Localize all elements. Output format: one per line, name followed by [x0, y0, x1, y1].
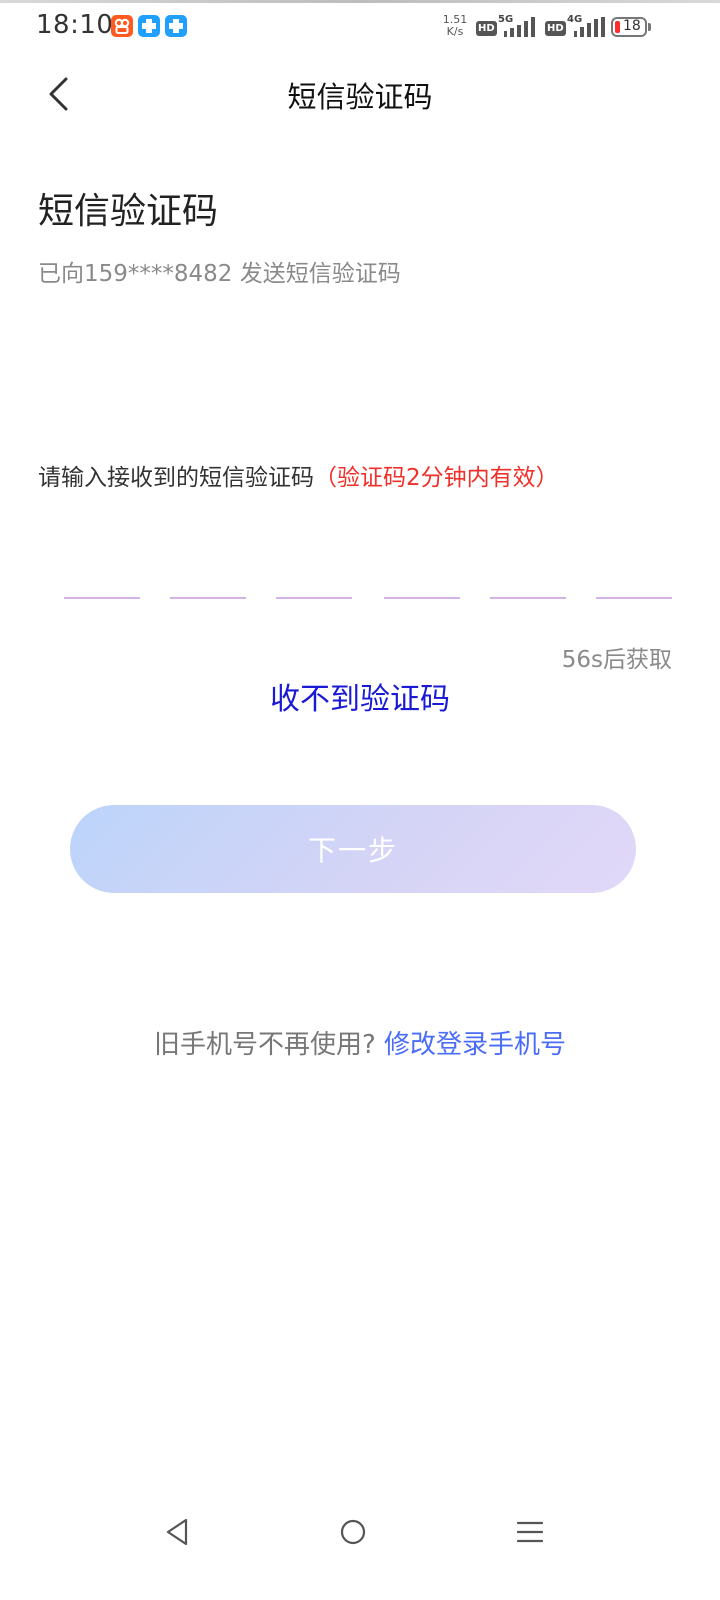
nav-back-icon[interactable]: [162, 1516, 192, 1548]
change-phone-row: 旧手机号不再使用? 修改登录手机号: [0, 1024, 720, 1061]
battery-fill: [615, 21, 620, 33]
network-speed-unit: K/s: [446, 25, 464, 38]
code-prompt-label: 请输入接收到的短信验证码: [38, 465, 314, 491]
app-notification-icon: [165, 15, 187, 37]
signal-strength-icon: [574, 17, 605, 37]
hd-volte-badge: HD: [545, 21, 566, 36]
network-speed: 1.51 K/s: [440, 14, 470, 38]
status-time: 18:10: [36, 10, 114, 40]
battery-tip: [648, 23, 651, 31]
sent-info-text: 已向159****8482 发送短信验证码: [38, 261, 401, 287]
status-bar: 18:10 1.51 K/s HD 5G HD 4G 18: [0, 0, 720, 56]
verification-code-input: [64, 575, 672, 599]
signal-strength-icon: [504, 17, 535, 37]
battery-icon: 18: [611, 17, 647, 37]
code-prompt: 请输入接收到的短信验证码（验证码2分钟内有效）: [38, 458, 559, 492]
change-phone-link[interactable]: 修改登录手机号: [384, 1030, 566, 1060]
code-digit-3[interactable]: [276, 575, 352, 599]
sms-verification-screen: 18:10 1.51 K/s HD 5G HD 4G 18 短信验证码 短信验证…: [0, 0, 720, 1600]
next-step-button[interactable]: 下一步: [70, 805, 636, 893]
nav-home-icon[interactable]: [339, 1518, 367, 1546]
code-digit-6[interactable]: [596, 575, 672, 599]
app-notification-icon: [138, 15, 160, 37]
validity-note: （验证码2分钟内有效）: [314, 465, 559, 491]
nav-menu-icon[interactable]: [516, 1520, 544, 1544]
battery-level: 18: [623, 18, 641, 34]
section-title: 短信验证码: [38, 191, 219, 232]
resend-countdown: 56s后获取: [561, 647, 672, 673]
code-digit-5[interactable]: [490, 575, 566, 599]
code-digit-1[interactable]: [64, 575, 140, 599]
hd-volte-badge: HD: [476, 21, 497, 36]
code-digit-2[interactable]: [170, 575, 246, 599]
no-code-received-link[interactable]: 收不到验证码: [0, 674, 720, 718]
code-digit-4[interactable]: [384, 575, 460, 599]
kuaishou-app-icon: [111, 15, 133, 37]
old-phone-question: 旧手机号不再使用?: [153, 1030, 376, 1060]
page-title: 短信验证码: [287, 80, 433, 114]
